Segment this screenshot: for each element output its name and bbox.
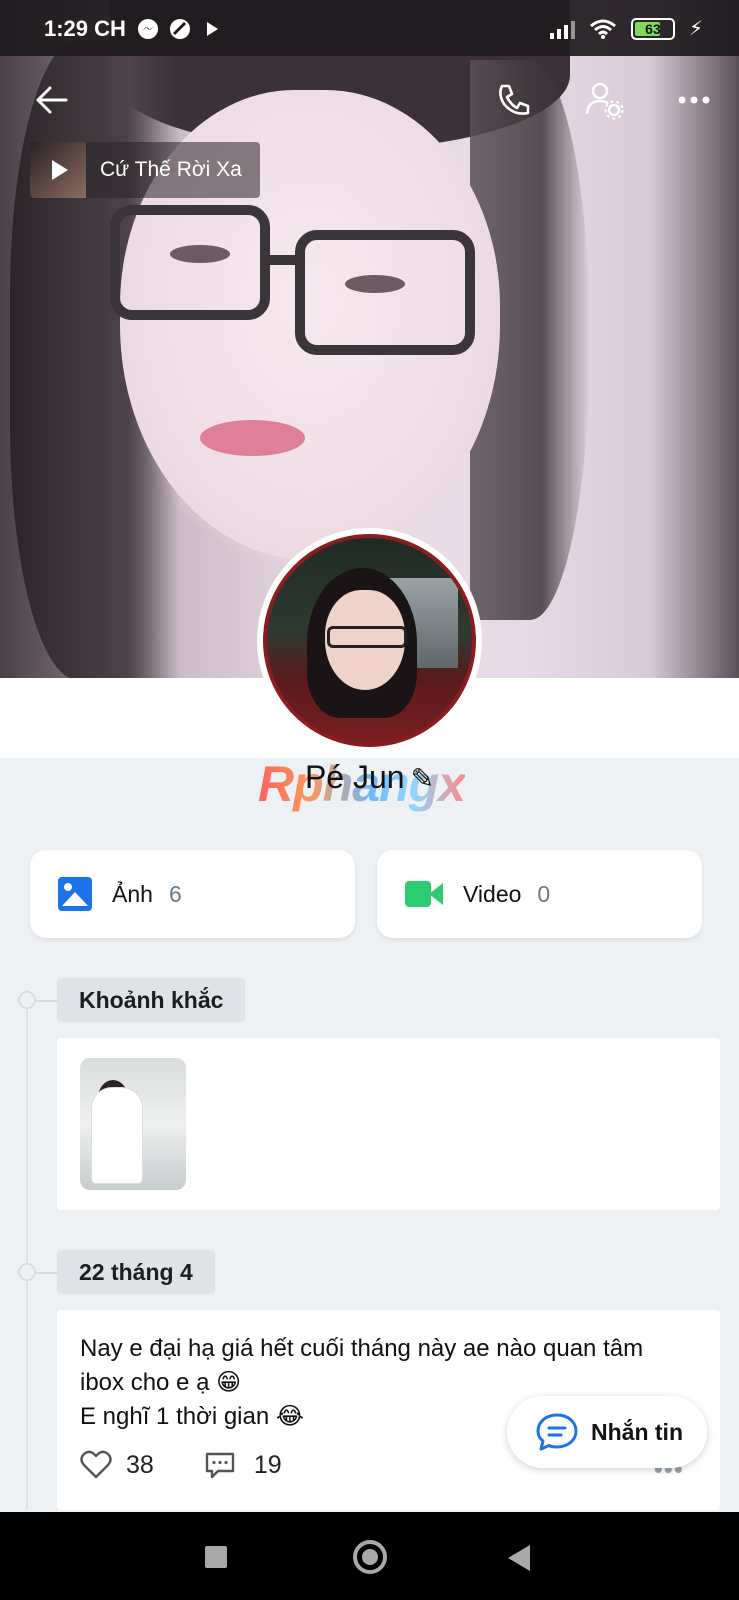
back-icon[interactable] bbox=[508, 1545, 530, 1571]
battery-level: 63 bbox=[645, 20, 661, 37]
video-icon bbox=[405, 881, 443, 907]
comment-count: 19 bbox=[253, 1450, 282, 1479]
profile-name-area: Rphangx Pé Jun ✎ bbox=[0, 755, 739, 815]
post-actions: 38 19 bbox=[80, 1450, 282, 1480]
back-arrow-icon[interactable] bbox=[32, 80, 72, 120]
profile-name[interactable]: Pé Jun ✎ bbox=[0, 759, 739, 796]
more-icon[interactable] bbox=[674, 80, 714, 120]
profile-name-text: Pé Jun bbox=[304, 759, 405, 795]
music-thumbnail bbox=[30, 142, 86, 198]
status-time: 1:29 CH bbox=[44, 16, 126, 41]
timeline-connector bbox=[36, 1000, 58, 1002]
home-icon[interactable] bbox=[353, 1540, 387, 1574]
play-icon[interactable] bbox=[52, 160, 68, 180]
like-count: 38 bbox=[126, 1450, 154, 1479]
status-bar: 1:29 CH 63 ⚡ bbox=[0, 0, 739, 56]
profile-settings-icon[interactable] bbox=[584, 80, 624, 120]
profile-music[interactable]: Cứ Thế Rời Xa bbox=[30, 142, 260, 198]
chat-bubble-icon bbox=[536, 1413, 578, 1451]
comment-icon[interactable] bbox=[204, 1451, 236, 1479]
wifi-icon bbox=[589, 19, 616, 39]
photos-label: Ảnh bbox=[112, 880, 153, 907]
cover-lips bbox=[200, 420, 305, 456]
signal-icon bbox=[549, 19, 575, 39]
moments-card bbox=[57, 1038, 720, 1210]
recents-icon[interactable] bbox=[205, 1546, 227, 1568]
avatar-image bbox=[263, 534, 476, 747]
message-button[interactable]: Nhắn tin bbox=[507, 1396, 707, 1468]
cover-glasses bbox=[110, 205, 270, 320]
timeline-connector bbox=[36, 1272, 58, 1274]
message-button-label: Nhắn tin bbox=[591, 1418, 683, 1445]
play-store-icon bbox=[207, 22, 218, 36]
cover-glasses bbox=[295, 230, 475, 355]
edit-pencil-icon[interactable]: ✎ bbox=[411, 762, 434, 795]
charging-icon: ⚡ bbox=[688, 18, 703, 40]
messenger-icon bbox=[138, 19, 158, 39]
date-section-label: 22 tháng 4 bbox=[57, 1250, 215, 1294]
circle-app-icon bbox=[170, 19, 190, 39]
system-nav-bar bbox=[0, 1512, 739, 1600]
moment-thumbnail[interactable] bbox=[80, 1058, 186, 1190]
status-right: 63 ⚡ bbox=[549, 16, 703, 41]
phone-icon[interactable] bbox=[494, 80, 534, 120]
timeline-dot bbox=[18, 991, 36, 1009]
photos-card[interactable]: Ảnh 6 bbox=[30, 850, 355, 938]
photo-icon bbox=[58, 877, 92, 911]
photos-count: 6 bbox=[168, 880, 182, 907]
avatar[interactable] bbox=[257, 528, 482, 753]
battery-icon: 63 bbox=[630, 17, 675, 40]
cover-glasses-bridge bbox=[265, 255, 305, 265]
timeline-line bbox=[26, 990, 28, 1510]
moments-section-label: Khoảnh khắc bbox=[57, 978, 246, 1022]
timeline-dot bbox=[18, 1263, 36, 1281]
videos-card[interactable]: Video 0 bbox=[377, 850, 702, 938]
music-title: Cứ Thế Rời Xa bbox=[100, 158, 242, 181]
heart-icon[interactable] bbox=[80, 1450, 112, 1480]
videos-label: Video bbox=[463, 880, 522, 907]
videos-count: 0 bbox=[537, 880, 551, 907]
notification-icons bbox=[137, 18, 218, 40]
